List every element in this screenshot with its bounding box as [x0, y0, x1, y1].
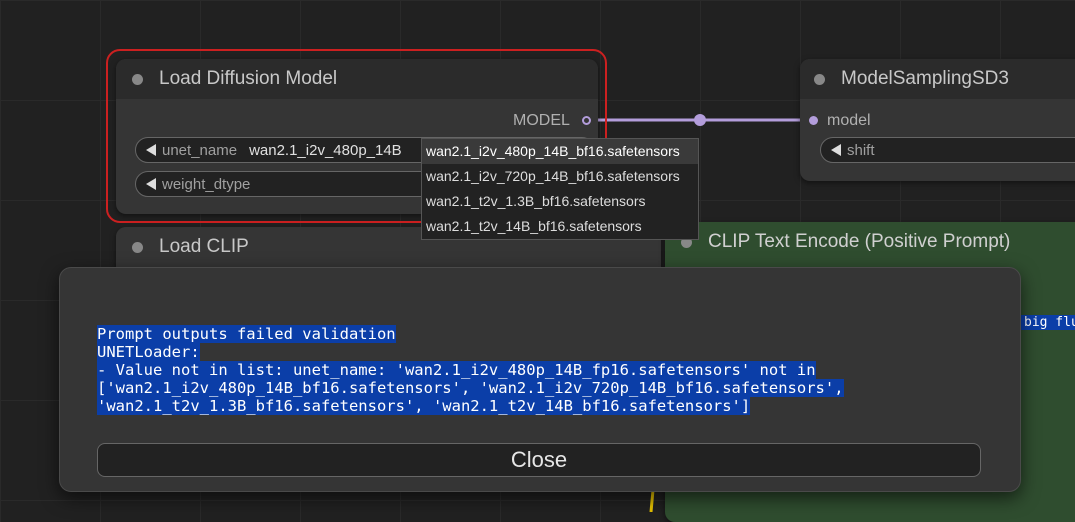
model-output-slot[interactable] [582, 116, 591, 125]
link-midpoint-handle [694, 114, 706, 126]
error-dialog: Prompt outputs failed validation UNETLoa… [59, 267, 1021, 492]
arrow-left-icon[interactable] [831, 144, 841, 156]
arrow-left-icon[interactable] [146, 178, 156, 190]
error-line: 'wan2.1_t2v_1.3B_bf16.safetensors', 'wan… [97, 397, 751, 415]
widget-value: wan2.1_i2v_480p_14B [249, 141, 402, 159]
unet-name-dropdown[interactable]: wan2.1_i2v_480p_14B_bf16.safetensors wan… [421, 138, 699, 240]
node-title: CLIP Text Encode (Positive Prompt) [708, 231, 1011, 252]
error-message: Prompt outputs failed validation UNETLoa… [97, 325, 844, 415]
model-input-slot[interactable] [809, 116, 818, 125]
dropdown-option[interactable]: wan2.1_t2v_1.3B_bf16.safetensors [422, 189, 698, 214]
error-line: - Value not in list: unet_name: 'wan2.1_… [97, 361, 816, 379]
model-input-label: model [827, 112, 871, 129]
error-line: Prompt outputs failed validation [97, 325, 396, 343]
node-status-dot [132, 241, 143, 253]
prompt-text-snippet[interactable]: big flu [1021, 315, 1075, 330]
close-button[interactable]: Close [97, 443, 981, 477]
clip-text-encode-header[interactable]: CLIP Text Encode (Positive Prompt) [665, 222, 1075, 262]
shift-widget[interactable]: shift [820, 137, 1075, 163]
dropdown-option[interactable]: wan2.1_i2v_720p_14B_bf16.safetensors [422, 164, 698, 189]
node-title: Load CLIP [159, 236, 249, 257]
arrow-left-icon[interactable] [146, 144, 156, 156]
error-line: UNETLoader: [97, 343, 200, 361]
dropdown-option[interactable]: wan2.1_t2v_14B_bf16.safetensors [422, 214, 698, 239]
model-sampling-sd3-header[interactable]: ModelSamplingSD3 [800, 59, 1075, 99]
yellow-link [649, 489, 655, 512]
node-title: Load Diffusion Model [159, 68, 338, 89]
error-line: ['wan2.1_i2v_480p_14B_bf16.safetensors',… [97, 379, 844, 397]
load-diffusion-model-header[interactable]: Load Diffusion Model [116, 59, 598, 99]
model-sampling-sd3-node[interactable]: ModelSamplingSD3 model shift [800, 59, 1075, 181]
widget-label: unet_name [162, 141, 238, 159]
model-output-label: MODEL [513, 112, 570, 129]
widget-label: weight_dtype [162, 175, 251, 193]
node-title: ModelSamplingSD3 [841, 68, 1009, 89]
dropdown-option[interactable]: wan2.1_i2v_480p_14B_bf16.safetensors [422, 139, 698, 164]
node-status-dot [132, 73, 143, 85]
widget-label: shift [847, 141, 875, 159]
node-status-dot [814, 73, 825, 85]
